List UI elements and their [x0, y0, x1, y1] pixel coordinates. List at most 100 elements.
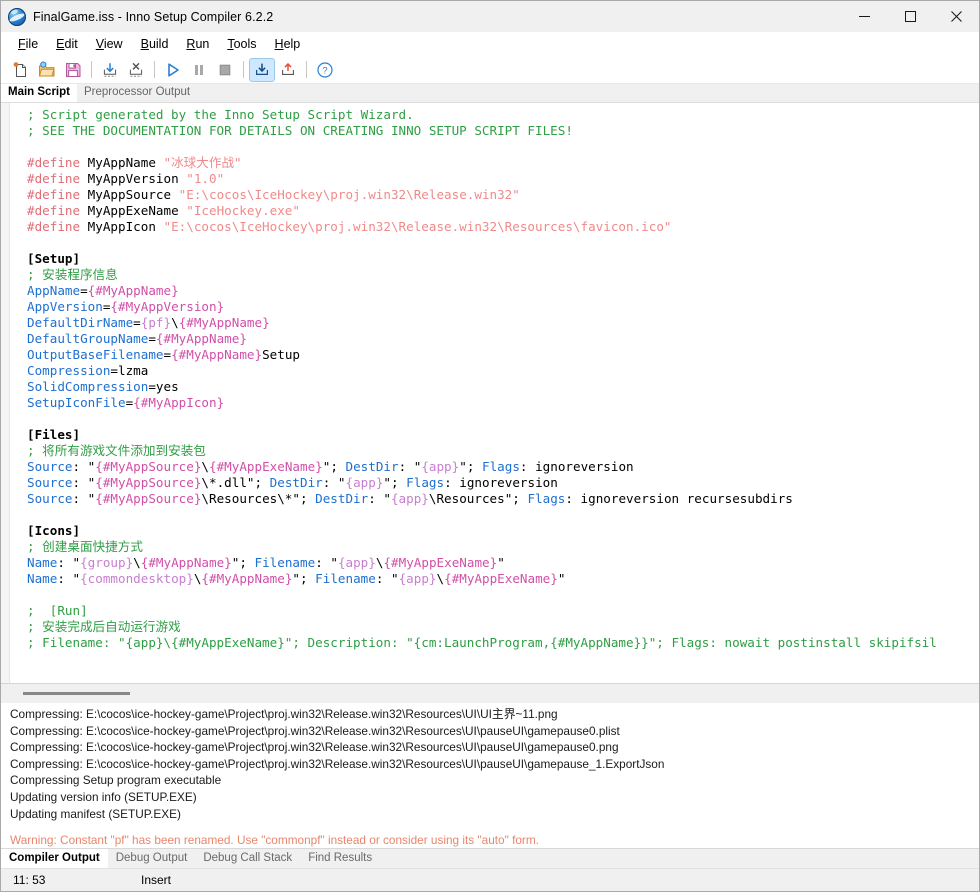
run-icon[interactable]	[160, 58, 186, 82]
code-token: #define	[27, 219, 81, 234]
code-line: Source: "{#MyAppSource}\*.dll"; DestDir:…	[27, 475, 979, 491]
status-bar: 11: 53 Insert	[1, 868, 979, 891]
code-token: Flags	[406, 475, 445, 490]
code-token: : "	[398, 459, 422, 474]
code-line: AppName={#MyAppName}	[27, 283, 979, 299]
code-token: ; 创建桌面快捷方式	[27, 539, 143, 554]
output-line: Compressing: E:\cocos\ice-hockey-game\Pr…	[10, 707, 558, 721]
code-token: Flags	[481, 459, 520, 474]
close-script-icon[interactable]	[123, 58, 149, 82]
code-token: MyAppIcon	[80, 219, 164, 234]
menu-item-build[interactable]: Build	[132, 34, 178, 54]
code-token: OutputBaseFilename	[27, 347, 164, 362]
minimize-button[interactable]	[841, 1, 887, 32]
help-icon[interactable]: ?	[312, 58, 338, 82]
editor-tab-preprocessor-output[interactable]: Preprocessor Output	[76, 84, 198, 102]
panel-splitter[interactable]	[1, 683, 979, 703]
code-token: ; 安装完成后自动运行游戏	[27, 619, 181, 634]
code-token: DefaultDirName	[27, 315, 134, 330]
code-token: : ignoreversion	[519, 459, 634, 474]
output-tab-compiler-output[interactable]: Compiler Output	[1, 849, 108, 868]
code-token: =	[80, 283, 88, 298]
splitter-grip[interactable]	[23, 692, 130, 695]
code-token: #define	[27, 203, 81, 218]
code-token: =lzma	[110, 363, 149, 378]
menu-item-help[interactable]: Help	[266, 34, 310, 54]
code-line: SolidCompression=yes	[27, 379, 979, 395]
code-token: ; 安装程序信息	[27, 267, 118, 282]
code-token: \	[436, 571, 445, 586]
window-controls	[841, 1, 979, 32]
code-token: "	[557, 571, 566, 586]
code-token: {#MyAppName}	[87, 283, 179, 298]
compiler-output-panel[interactable]: Compressing: E:\cocos\ice-hockey-game\Pr…	[1, 703, 979, 848]
code-token: {#MyAppIcon}	[133, 395, 225, 410]
edit-mode: Insert	[141, 873, 172, 887]
menu-item-edit[interactable]: Edit	[47, 34, 87, 54]
compile-icon[interactable]	[249, 57, 275, 82]
code-token: =	[148, 331, 156, 346]
code-token: SetupIconFile	[27, 395, 126, 410]
code-token: \	[201, 459, 209, 474]
output-line: Compressing: E:\cocos\ice-hockey-game\Pr…	[10, 756, 665, 771]
code-token: : ignoreversion recursesubdirs	[565, 491, 793, 506]
code-token: MyAppExeName	[80, 203, 187, 218]
code-line: ; 安装完成后自动运行游戏	[27, 619, 979, 635]
code-token: {group}	[80, 555, 134, 570]
code-line: DefaultGroupName={#MyAppName}	[27, 331, 979, 347]
code-token: : "	[72, 459, 96, 474]
code-token: {app}	[345, 475, 384, 490]
code-token: SolidCompression	[27, 379, 149, 394]
code-token: Compression	[27, 363, 111, 378]
code-line: Name: "{group}\{#MyAppName}"; Filename: …	[27, 555, 979, 571]
separator-1	[91, 61, 92, 78]
menu-item-view[interactable]: View	[87, 34, 132, 54]
import-icon[interactable]	[97, 58, 123, 82]
code-token: ; SEE THE DOCUMENTATION FOR DETAILS ON C…	[27, 123, 573, 138]
code-token: : "	[57, 555, 81, 570]
output-tab-debug-call-stack[interactable]: Debug Call Stack	[195, 849, 300, 868]
script-editor[interactable]: ; Script generated by the Inno Setup Scr…	[1, 102, 979, 683]
code-token: MyAppSource	[80, 187, 179, 202]
upload-icon[interactable]	[275, 58, 301, 82]
code-token: {#MyAppSource}	[95, 459, 202, 474]
code-token: : ignoreversion	[444, 475, 558, 490]
code-token: {#MyAppExeName}	[383, 555, 498, 570]
editor-gutter	[1, 103, 10, 683]
menu-item-run[interactable]: Run	[177, 34, 218, 54]
close-button[interactable]	[933, 1, 979, 32]
menu-bar: File Edit View Build Run Tools Help	[1, 32, 979, 56]
code-content[interactable]: ; Script generated by the Inno Setup Scr…	[10, 103, 979, 683]
open-file-icon[interactable]	[34, 58, 60, 82]
code-token: {#MyAppName}	[201, 571, 293, 586]
code-token: {#MyAppVersion}	[110, 299, 225, 314]
output-tab-find-results[interactable]: Find Results	[300, 849, 380, 868]
code-line: ; [Run]	[27, 603, 979, 619]
code-token: "IceHockey.exe"	[186, 203, 300, 218]
code-token: : "	[322, 475, 346, 490]
save-file-icon[interactable]	[60, 58, 86, 82]
maximize-button[interactable]	[887, 1, 933, 32]
menu-item-file[interactable]: File	[9, 34, 47, 54]
code-token: Source	[27, 475, 73, 490]
code-token: \Resources\*";	[201, 491, 316, 506]
code-token: Source	[27, 491, 73, 506]
code-token: Name	[27, 571, 58, 586]
editor-tab-main-script[interactable]: Main Script	[1, 84, 77, 102]
code-token: [Files]	[27, 427, 81, 442]
code-token: Source	[27, 459, 73, 474]
code-line: OutputBaseFilename={#MyAppName}Setup	[27, 347, 979, 363]
code-token: ; 将所有游戏文件添加到安装包	[27, 443, 206, 458]
pause-icon[interactable]	[186, 58, 212, 82]
stop-icon[interactable]	[212, 58, 238, 82]
code-line: #define MyAppName "冰球大作战"	[27, 155, 979, 171]
output-line: Updating version info (SETUP.EXE)	[10, 789, 197, 804]
code-token: {app}	[337, 555, 376, 570]
menu-item-tools[interactable]: Tools	[218, 34, 265, 54]
output-tab-debug-output[interactable]: Debug Output	[108, 849, 196, 868]
new-file-icon[interactable]	[8, 58, 34, 82]
